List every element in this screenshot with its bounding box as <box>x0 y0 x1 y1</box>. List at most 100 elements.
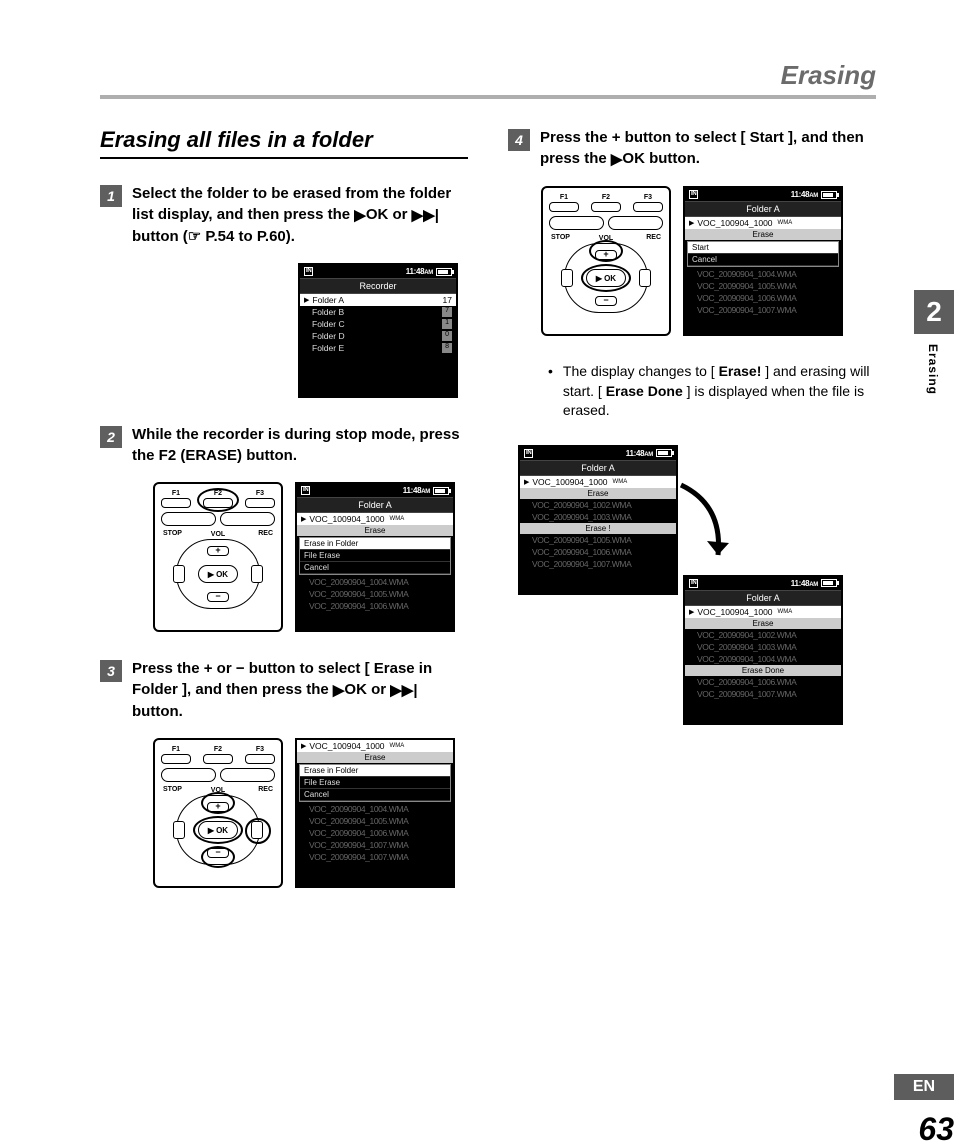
rec-label: REC <box>258 786 273 793</box>
file-row-selected: ▶ VOC_100904_1000 WMA <box>685 217 841 229</box>
screen-title: Folder A <box>685 590 841 606</box>
chapter-label: Erasing <box>914 334 952 405</box>
erase-banner: Erase <box>297 752 453 763</box>
mid-button <box>161 512 216 526</box>
in-badge: IN <box>301 486 310 495</box>
battery-icon <box>433 487 449 495</box>
step-number: 3 <box>100 660 122 682</box>
option-start: Start <box>688 242 838 254</box>
mid-button <box>161 768 216 782</box>
dim-file-row: VOC_20090904_1007.WMA <box>685 688 841 700</box>
file-row-selected: ▶ VOC_100904_1000 WMA <box>685 606 841 618</box>
step-3-text-a: Press the <box>132 660 204 677</box>
vol-label: VOL <box>209 531 227 538</box>
rewind-button <box>561 269 573 287</box>
dim-file-row: VOC_20090904_1005.WMA <box>520 534 676 546</box>
f2-button <box>591 202 621 212</box>
plus-label: + <box>612 129 621 146</box>
f2-button <box>203 754 233 764</box>
f1-button <box>161 498 191 508</box>
step-4: 4 Press the + button to select [ Start ]… <box>508 127 876 170</box>
option-cancel: Cancel <box>300 562 450 574</box>
play-glyph-icon: ▶ <box>304 296 309 304</box>
time-label: 11:48AM <box>406 267 433 276</box>
plus-callout-circle <box>201 792 235 814</box>
f2-callout-circle <box>197 488 239 512</box>
page-number: 63 <box>918 1111 954 1148</box>
dim-file-row: VOC_20090904_1005.WMA <box>685 280 841 292</box>
f3-label: F3 <box>644 194 652 201</box>
mid-button <box>220 768 275 782</box>
dim-file-row: VOC_20090904_1004.WMA <box>685 268 841 280</box>
step-3-text-f: button. <box>132 703 183 720</box>
battery-icon <box>436 268 452 276</box>
screen-title: Folder A <box>297 497 453 513</box>
plus-label: + <box>204 660 213 677</box>
dim-file-row: VOC_20090904_1007.WMA <box>297 839 453 851</box>
option-file-erase: File Erase <box>300 777 450 789</box>
rewind-button <box>173 565 185 583</box>
control-dpad: VOL + − ▶OK <box>564 243 648 313</box>
screen-folder-list: IN 11:48AM Recorder ▶ Folder A 17 Folder… <box>298 263 458 398</box>
step-number: 4 <box>508 129 530 151</box>
screen-title: Recorder <box>300 278 456 294</box>
in-badge: IN <box>689 579 698 588</box>
option-erase-in-folder: Erase in Folder <box>300 538 450 550</box>
in-badge: IN <box>304 267 313 276</box>
forward-button <box>251 565 263 583</box>
time-label: 11:48AM <box>403 486 430 495</box>
folder-row: Folder D0 <box>300 330 456 342</box>
rec-label: REC <box>646 234 661 241</box>
f3-button <box>633 202 663 212</box>
folder-row: Folder C1 <box>300 318 456 330</box>
time-label: 11:48AM <box>626 449 653 458</box>
folder-row: Folder B7 <box>300 306 456 318</box>
folder-row-selected: ▶ Folder A 17 <box>300 294 456 306</box>
dim-file-row: VOC_20090904_1006.WMA <box>685 292 841 304</box>
step-1-text-b: or <box>393 206 412 223</box>
option-cancel: Cancel <box>300 789 450 801</box>
dim-file-row: VOC_20090904_1006.WMA <box>297 827 453 839</box>
file-row-selected: ▶ VOC_100904_1000 WMA <box>297 513 453 525</box>
screen-erasing: IN 11:48AM Folder A ▶ VOC_100904_1000 WM… <box>518 445 678 595</box>
stop-label: STOP <box>551 234 570 241</box>
screen-erase-option-selected: ▶ VOC_100904_1000 WMA Erase Erase in Fol… <box>295 738 455 888</box>
chapter-side-tab: 2 Erasing <box>914 290 954 405</box>
dim-file-row: VOC_20090904_1006.WMA <box>520 546 676 558</box>
mid-button <box>220 512 275 526</box>
mid-button <box>549 216 604 230</box>
f3-label: F3 <box>256 746 264 753</box>
minus-button: − <box>207 592 229 602</box>
step-number: 2 <box>100 426 122 448</box>
erase-banner: Erase <box>685 229 841 240</box>
erase-done-banner: Erase Done <box>685 665 841 676</box>
screen-erase-menu: IN 11:48AM Folder A ▶ VOC_100904_1000 WM… <box>295 482 455 632</box>
battery-icon <box>656 449 672 457</box>
dim-file-row: VOC_20090904_1002.WMA <box>685 629 841 641</box>
dim-file-row: VOC_20090904_1007.WMA <box>685 304 841 316</box>
step-3-text-b: or <box>217 660 236 677</box>
step-3: 3 Press the + or − button to select [ Er… <box>100 658 468 722</box>
screen-start-cancel: IN 11:48AM Folder A ▶ VOC_100904_1000 WM… <box>683 186 843 336</box>
step-4-text-a: Press the <box>540 129 612 146</box>
option-erase-in-folder: Erase in Folder <box>300 765 450 777</box>
dim-file-row: VOC_20090904_1004.WMA <box>297 803 453 815</box>
dim-file-row: VOC_20090904_1004.WMA <box>297 576 453 588</box>
dim-file-row: VOC_20090904_1005.WMA <box>297 588 453 600</box>
time-label: 11:48AM <box>791 190 818 199</box>
battery-icon <box>821 191 837 199</box>
step-1: 1 Select the folder to be erased from th… <box>100 183 468 247</box>
ffwd-icon: ▶▶| <box>412 205 439 226</box>
dim-file-row: VOC_20090904_1006.WMA <box>297 600 453 612</box>
rec-label: REC <box>258 530 273 537</box>
bullet-dot-icon: • <box>548 362 553 421</box>
plus-callout-circle <box>589 240 623 262</box>
f1-label: F1 <box>172 490 180 497</box>
ok-button: ▶OK <box>198 565 238 583</box>
result-bullet: • The display changes to [ Erase! ] and … <box>548 362 876 421</box>
file-row-selected: ▶ VOC_100904_1000 WMA <box>297 740 453 752</box>
f2-label: F2 <box>214 746 222 753</box>
in-badge: IN <box>689 190 698 199</box>
screen-erase-done: IN 11:48AM Folder A ▶ VOC_100904_1000 WM… <box>683 575 843 725</box>
in-badge: IN <box>524 449 533 458</box>
